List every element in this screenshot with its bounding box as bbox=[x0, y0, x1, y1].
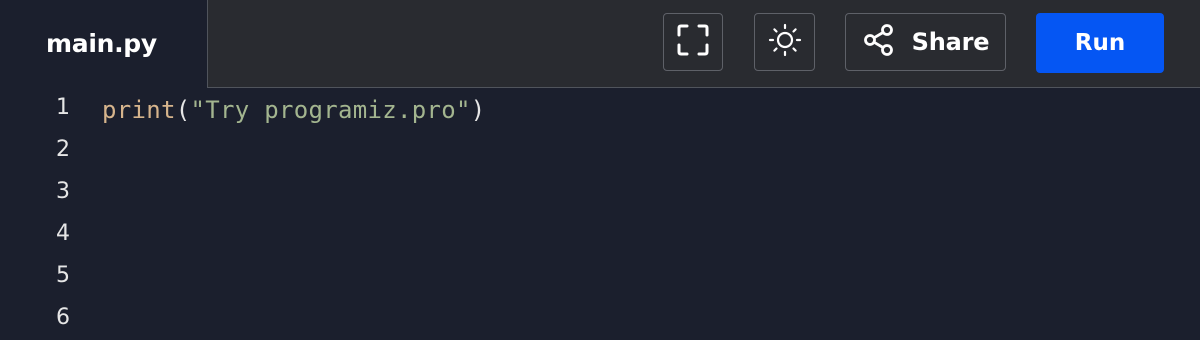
file-tab[interactable]: main.py bbox=[0, 0, 207, 88]
line-number: 6 bbox=[56, 305, 70, 330]
fullscreen-icon bbox=[676, 23, 710, 61]
line-number: 4 bbox=[56, 221, 70, 246]
share-icon bbox=[862, 23, 896, 61]
toolbar: Share Run bbox=[207, 0, 1200, 88]
code-line[interactable]: 2 bbox=[0, 130, 1200, 172]
code-line[interactable]: 6 bbox=[0, 298, 1200, 340]
code-string-token: "Try programiz.pro" bbox=[190, 96, 471, 124]
code-editor[interactable]: 1 print("Try programiz.pro") 2 3 4 5 6 bbox=[0, 88, 1200, 339]
line-number: 1 bbox=[56, 95, 70, 120]
editor-header: main.py Share Run bbox=[0, 0, 1200, 88]
code-text[interactable]: print("Try programiz.pro") bbox=[102, 96, 486, 124]
share-button[interactable]: Share bbox=[845, 13, 1006, 71]
code-line[interactable]: 1 print("Try programiz.pro") bbox=[0, 88, 1200, 130]
line-number: 3 bbox=[56, 179, 70, 204]
code-line[interactable]: 5 bbox=[0, 256, 1200, 298]
fullscreen-button[interactable] bbox=[663, 13, 723, 71]
file-tab-label: main.py bbox=[46, 28, 157, 58]
share-label: Share bbox=[911, 28, 990, 56]
sun-icon bbox=[768, 23, 802, 61]
code-function-token: print bbox=[102, 96, 176, 124]
code-line[interactable]: 3 bbox=[0, 172, 1200, 214]
code-paren-token: ) bbox=[470, 96, 486, 124]
theme-toggle-button[interactable] bbox=[754, 13, 815, 71]
code-paren-token: ( bbox=[175, 96, 191, 124]
line-number: 2 bbox=[56, 137, 70, 162]
run-button[interactable]: Run bbox=[1036, 13, 1164, 73]
code-line[interactable]: 4 bbox=[0, 214, 1200, 256]
line-number: 5 bbox=[56, 263, 70, 288]
